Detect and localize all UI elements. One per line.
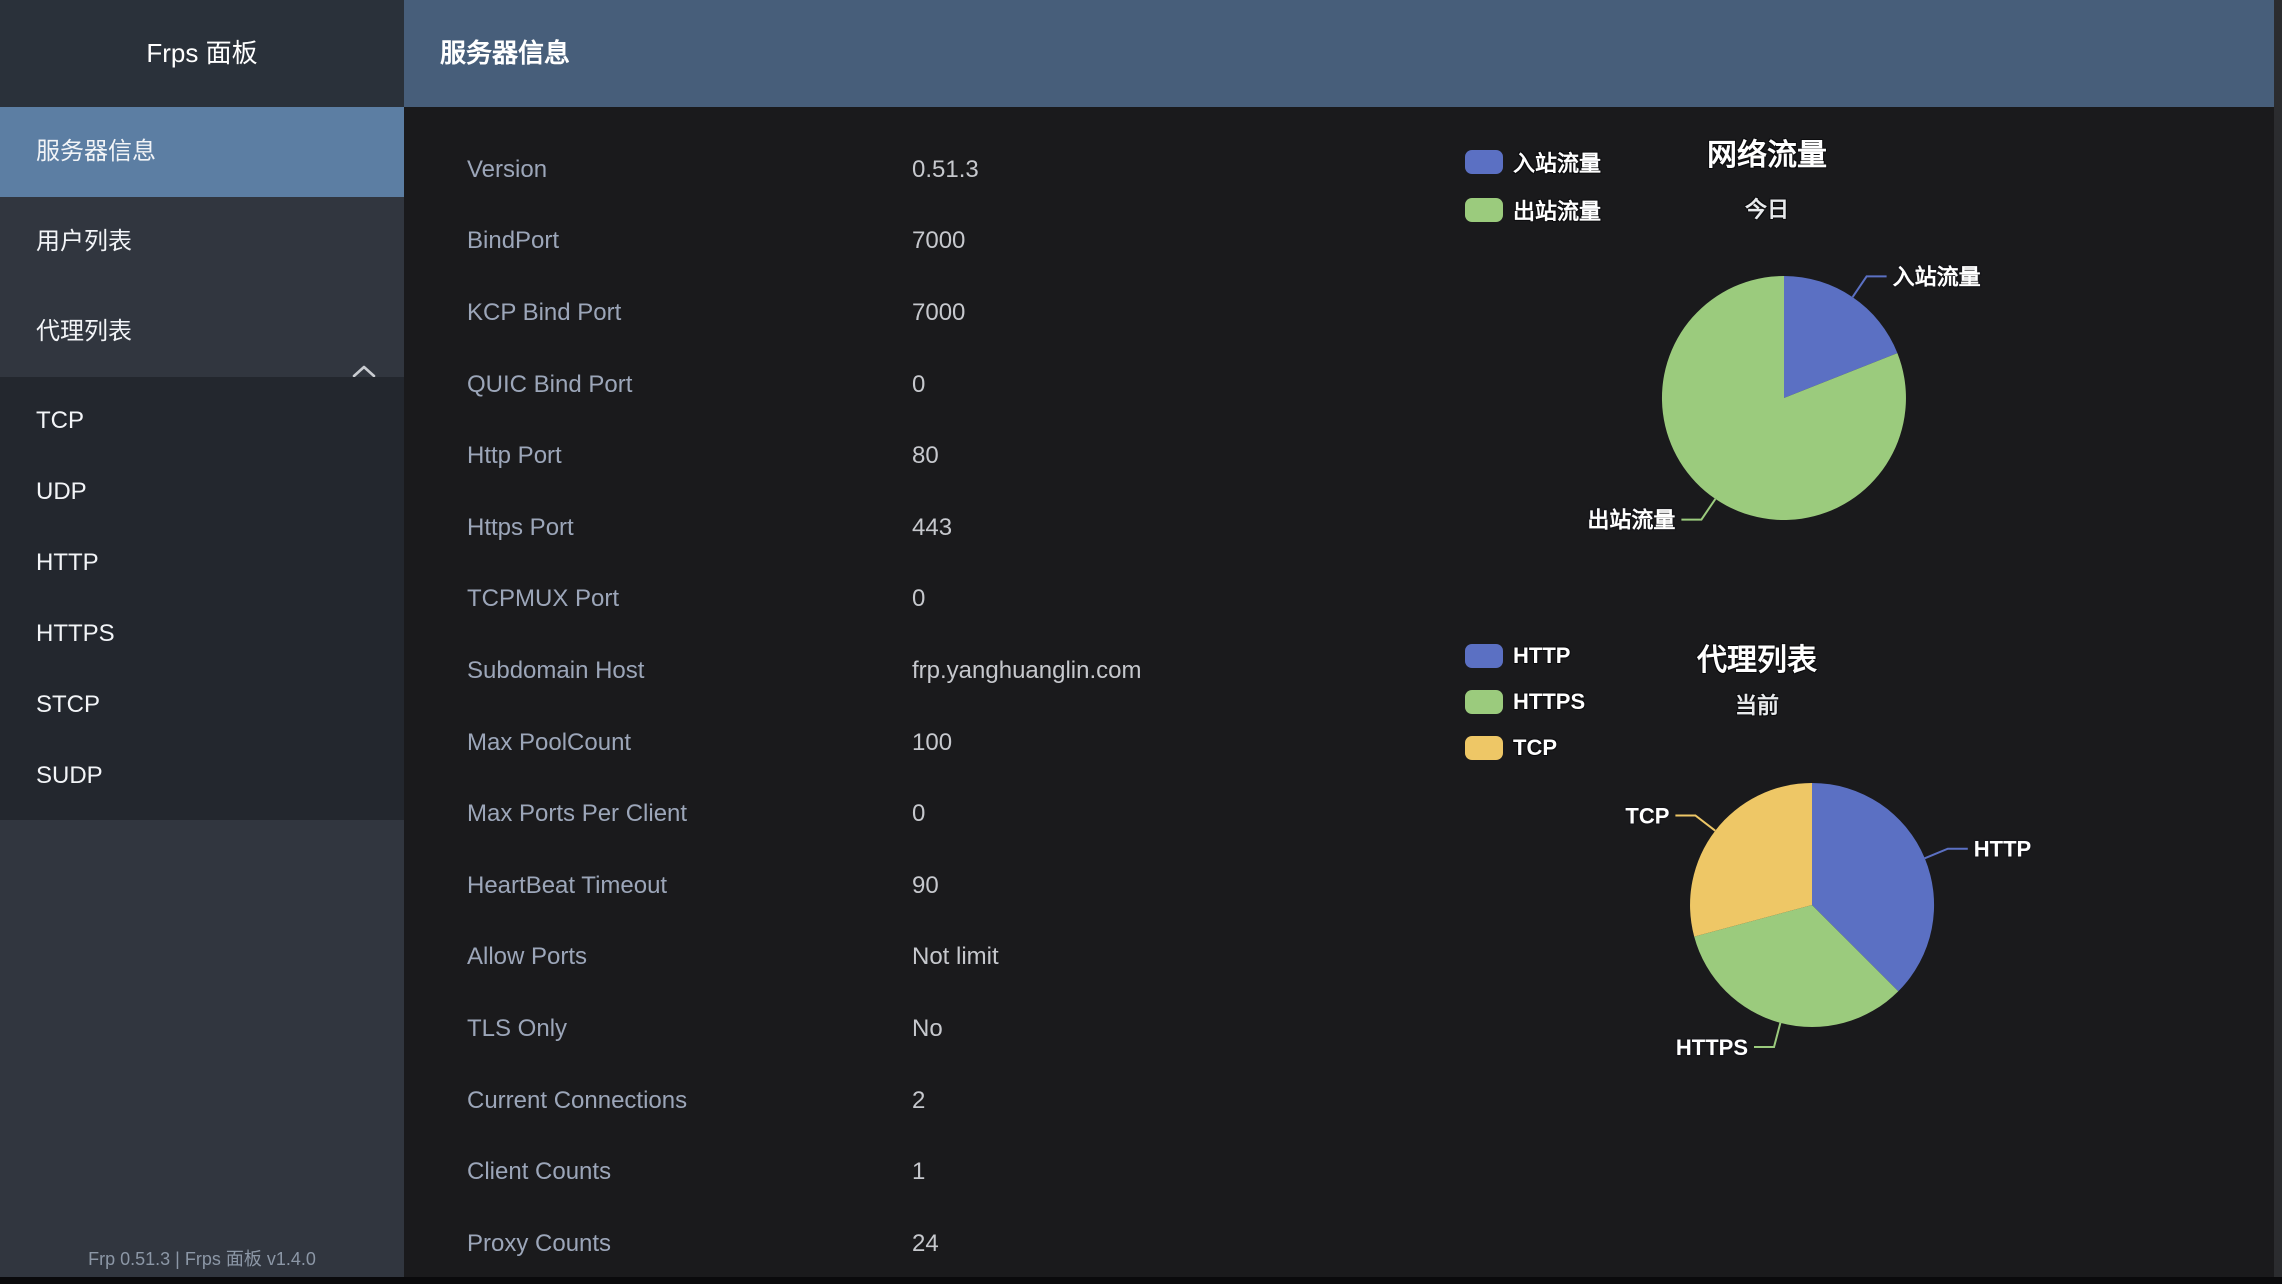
version-footer: Frp 0.51.3 | Frps 面板 v1.4.0: [0, 1245, 404, 1271]
info-label: Current Connections: [467, 1087, 687, 1115]
info-label: Client Counts: [467, 1158, 611, 1186]
sidebar-item-server-info[interactable]: 服务器信息: [0, 107, 404, 197]
pie-slice-label: HTTP: [1974, 837, 2031, 862]
info-value: 1: [912, 1158, 925, 1186]
page-title: 服务器信息: [440, 38, 570, 68]
info-value: 0: [912, 585, 925, 613]
info-value: 7000: [912, 227, 965, 255]
info-label: BindPort: [467, 227, 559, 255]
info-label: Http Port: [467, 442, 562, 470]
sidebar-item-http[interactable]: HTTP: [0, 527, 404, 598]
window-bottom-edge: [0, 1277, 2282, 1284]
sidebar-item-label: 服务器信息: [36, 138, 156, 165]
pie-label-leader-line: [1675, 816, 1715, 831]
info-label: Subdomain Host: [467, 657, 644, 685]
sidebar-item-udp[interactable]: UDP: [0, 456, 404, 527]
info-label: QUIC Bind Port: [467, 371, 632, 399]
info-value: 100: [912, 729, 952, 757]
pie-label-leader-line: [1853, 276, 1887, 297]
info-row: Http Port 80: [404, 420, 1414, 492]
info-row: Client Counts 1: [404, 1136, 1414, 1208]
pie-slice-label: 出站流量: [1587, 508, 1675, 533]
pie-slice-label: 入站流量: [1893, 264, 1981, 289]
info-value: 2: [912, 1087, 925, 1115]
info-row: Https Port 443: [404, 492, 1414, 564]
sidebar-item-https[interactable]: HTTPS: [0, 598, 404, 669]
info-value: 7000: [912, 299, 965, 327]
pie-slice-label: HTTPS: [1676, 1035, 1748, 1060]
info-value: 24: [912, 1230, 939, 1258]
info-row: KCP Bind Port 7000: [404, 277, 1414, 349]
info-label: KCP Bind Port: [467, 299, 621, 327]
info-row: Max PoolCount 100: [404, 707, 1414, 779]
info-value: 0.51.3: [912, 156, 979, 184]
info-label: Version: [467, 156, 547, 184]
info-label: Allow Ports: [467, 943, 587, 971]
info-label: HeartBeat Timeout: [467, 872, 667, 900]
sidebar-item-proxy-list[interactable]: 代理列表: [0, 287, 404, 377]
frps-dashboard: Frps 面板 服务器信息 用户列表 代理列表 TCP UDP HTTP HTT: [0, 0, 2282, 1284]
info-row: TCPMUX Port 0: [404, 564, 1414, 636]
page-header: 服务器信息: [404, 0, 2282, 107]
pie-charts-canvas: 入站流量出站流量 HTTP HTTPS TCP: [1380, 107, 2282, 1277]
info-value: 443: [912, 514, 952, 542]
sidebar-item-label: 代理列表: [36, 318, 132, 345]
info-row: Current Connections 2: [404, 1065, 1414, 1137]
sidebar: Frps 面板 服务器信息 用户列表 代理列表 TCP UDP HTTP HTT: [0, 0, 404, 1277]
pie-slice-label: TCP: [1625, 804, 1669, 829]
info-value: Not limit: [912, 943, 999, 971]
info-value: frp.yanghuanglin.com: [912, 657, 1141, 685]
info-label: Proxy Counts: [467, 1230, 611, 1258]
info-row: Max Ports Per Client 0: [404, 778, 1414, 850]
info-row: QUIC Bind Port 0: [404, 349, 1414, 421]
sidebar-item-sudp[interactable]: SUDP: [0, 740, 404, 811]
sidebar-item-stcp[interactable]: STCP: [0, 669, 404, 740]
info-label: Https Port: [467, 514, 574, 542]
info-row: Allow Ports Not limit: [404, 922, 1414, 994]
info-value: 0: [912, 800, 925, 828]
info-label: Max Ports Per Client: [467, 800, 687, 828]
scrollbar-track[interactable]: [2274, 0, 2282, 1277]
info-label: TCPMUX Port: [467, 585, 619, 613]
sidebar-item-tcp[interactable]: TCP: [0, 385, 404, 456]
info-row: HeartBeat Timeout 90: [404, 850, 1414, 922]
sidebar-item-user-list[interactable]: 用户列表: [0, 197, 404, 287]
pie-label-leader-line: [1925, 849, 1968, 859]
info-row: Version 0.51.3: [404, 134, 1414, 206]
info-value: 0: [912, 371, 925, 399]
info-row: Subdomain Host frp.yanghuanglin.com: [404, 635, 1414, 707]
sidebar-item-label: 用户列表: [36, 228, 132, 255]
server-info-list: Version 0.51.3 BindPort 7000 KCP Bind Port 70…: [404, 107, 1414, 1280]
app-title: Frps 面板: [0, 0, 404, 107]
info-value: No: [912, 1015, 943, 1043]
info-row: BindPort 7000: [404, 206, 1414, 278]
pie-label-leader-line: [1681, 499, 1715, 520]
info-label: TLS Only: [467, 1015, 567, 1043]
proxy-type-submenu: TCP UDP HTTP HTTPS STCP SUDP: [0, 377, 404, 820]
info-value: 80: [912, 442, 939, 470]
info-label: Max PoolCount: [467, 729, 631, 757]
info-row: TLS Only No: [404, 993, 1414, 1065]
pie-label-leader-line: [1754, 1023, 1780, 1047]
info-value: 90: [912, 872, 939, 900]
info-row: Proxy Counts 24: [404, 1208, 1414, 1280]
